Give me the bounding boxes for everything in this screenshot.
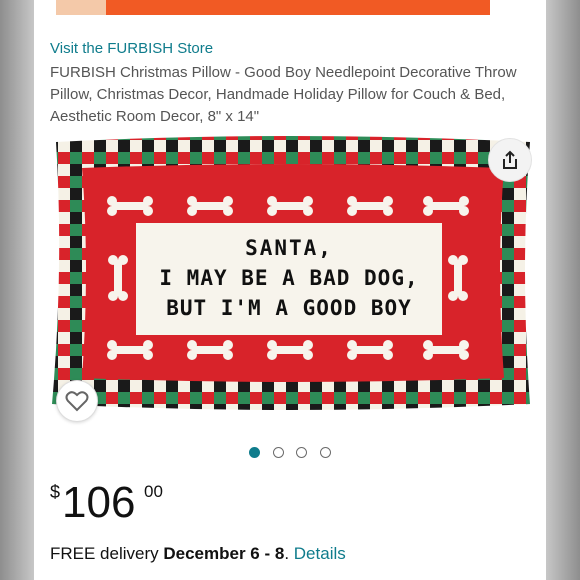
delivery-details-link[interactable]: Details — [294, 544, 346, 563]
share-icon — [503, 150, 517, 169]
price-currency: $ — [50, 482, 61, 502]
price-whole: 106 — [62, 478, 136, 527]
delivery-prefix: FREE delivery — [50, 544, 164, 563]
delivery-separator: . — [284, 544, 294, 563]
price-fraction: 00 — [144, 482, 163, 501]
delivery-info: FREE delivery December 6 - 8. Details — [50, 544, 346, 564]
wishlist-button[interactable] — [56, 380, 98, 422]
top-banner-accent — [56, 0, 106, 15]
gallery-dot-3[interactable] — [296, 447, 307, 458]
product-title: FURBISH Christmas Pillow - Good Boy Need… — [50, 64, 517, 125]
background-right — [546, 0, 580, 580]
product-image[interactable]: SANTA, I MAY BE A BAD DOG, BUT I'M A GOO… — [34, 128, 546, 428]
gallery-dot-2[interactable] — [273, 447, 284, 458]
pillow-text-line-3: BUT I'M A GOOD BOY — [166, 296, 412, 320]
store-link[interactable]: Visit the FURBISH Store — [50, 40, 213, 57]
background-left — [0, 0, 34, 580]
gallery-dot-4[interactable] — [320, 447, 331, 458]
pillow-text-line-1: SANTA, — [245, 236, 333, 260]
gallery-dot-1[interactable] — [249, 447, 260, 458]
heart-icon — [65, 391, 89, 412]
top-banner[interactable] — [56, 0, 490, 15]
share-button[interactable] — [488, 138, 532, 182]
pillow: SANTA, I MAY BE A BAD DOG, BUT I'M A GOO… — [52, 136, 530, 410]
delivery-date: December 6 - 8 — [163, 544, 285, 563]
pillow-text-line-2: I MAY BE A BAD DOG, — [159, 266, 418, 290]
